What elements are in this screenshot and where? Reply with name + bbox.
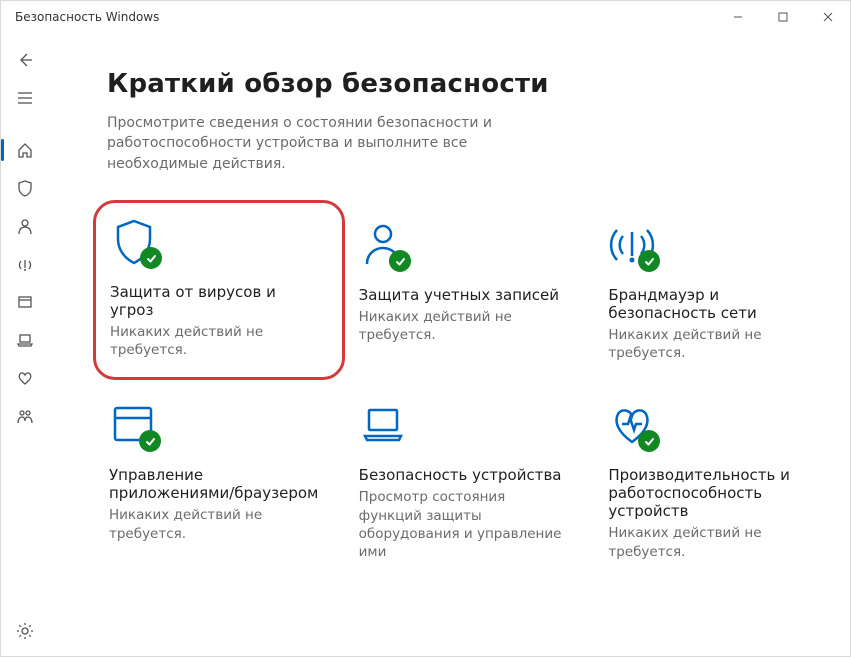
card-virus[interactable]: Защита от вирусов и угроз Никаких действ… xyxy=(93,200,345,380)
page-title: Краткий обзор безопасности xyxy=(107,69,826,99)
sidebar-item-settings[interactable] xyxy=(1,612,49,650)
titlebar: Безопасность Windows xyxy=(1,1,850,33)
card-title: Безопасность устройства xyxy=(359,466,562,484)
wifi-icon xyxy=(608,220,656,268)
card-desc: Никаких действий не требуется. xyxy=(608,524,818,560)
status-ok-icon xyxy=(139,430,161,452)
card-desc: Никаких действий не требуется. xyxy=(109,506,319,542)
sidebar-item-device[interactable] xyxy=(1,321,49,359)
sidebar-item-menu[interactable] xyxy=(1,79,49,117)
maximize-button[interactable] xyxy=(760,1,805,33)
card-title: Управление приложениями/браузером xyxy=(109,466,319,502)
sidebar-item-firewall[interactable] xyxy=(1,245,49,283)
heart-icon xyxy=(608,400,656,448)
app-window: Безопасность Windows xyxy=(0,0,851,657)
card-account[interactable]: Защита учетных записей Никаких действий … xyxy=(357,214,577,368)
sidebar xyxy=(1,33,49,656)
status-ok-icon xyxy=(140,247,162,269)
card-desc: Просмотр состояния функций защиты оборуд… xyxy=(359,488,569,561)
sidebar-item-home[interactable] xyxy=(1,131,49,169)
sidebar-item-appbrowser[interactable] xyxy=(1,283,49,321)
card-title: Защита учетных записей xyxy=(359,286,559,304)
status-ok-icon xyxy=(389,250,411,272)
minimize-button[interactable] xyxy=(715,1,760,33)
status-ok-icon xyxy=(638,250,660,272)
person-icon xyxy=(359,220,407,268)
main-content: Краткий обзор безопасности Просмотрите с… xyxy=(49,33,850,656)
sidebar-item-account[interactable] xyxy=(1,207,49,245)
close-button[interactable] xyxy=(805,1,850,33)
card-desc: Никаких действий не требуется. xyxy=(359,308,569,344)
card-title: Производительность и работоспособность у… xyxy=(608,466,818,520)
status-ok-icon xyxy=(638,430,660,452)
card-desc: Никаких действий не требуется. xyxy=(608,326,818,362)
window-icon xyxy=(109,400,157,448)
card-device[interactable]: Безопасность устройства Просмотр состоян… xyxy=(357,394,577,567)
window-controls xyxy=(715,1,850,33)
card-desc: Никаких действий не требуется. xyxy=(110,323,324,359)
sidebar-item-virus[interactable] xyxy=(1,169,49,207)
card-performance[interactable]: Производительность и работоспособность у… xyxy=(606,394,826,567)
back-button[interactable] xyxy=(1,41,49,79)
sidebar-item-family[interactable] xyxy=(1,397,49,435)
card-title: Защита от вирусов и угроз xyxy=(110,283,324,319)
shield-icon xyxy=(110,217,158,265)
cards-grid: Защита от вирусов и угроз Никаких действ… xyxy=(107,214,826,567)
sidebar-item-performance[interactable] xyxy=(1,359,49,397)
laptop-icon xyxy=(359,400,407,448)
card-appbrowser[interactable]: Управление приложениями/браузером Никаки… xyxy=(107,394,327,567)
card-firewall[interactable]: Брандмауэр и безопасность сети Никаких д… xyxy=(606,214,826,368)
page-subtitle: Просмотрите сведения о состоянии безопас… xyxy=(107,113,527,174)
window-title: Безопасность Windows xyxy=(15,10,159,24)
card-title: Брандмауэр и безопасность сети xyxy=(608,286,818,322)
